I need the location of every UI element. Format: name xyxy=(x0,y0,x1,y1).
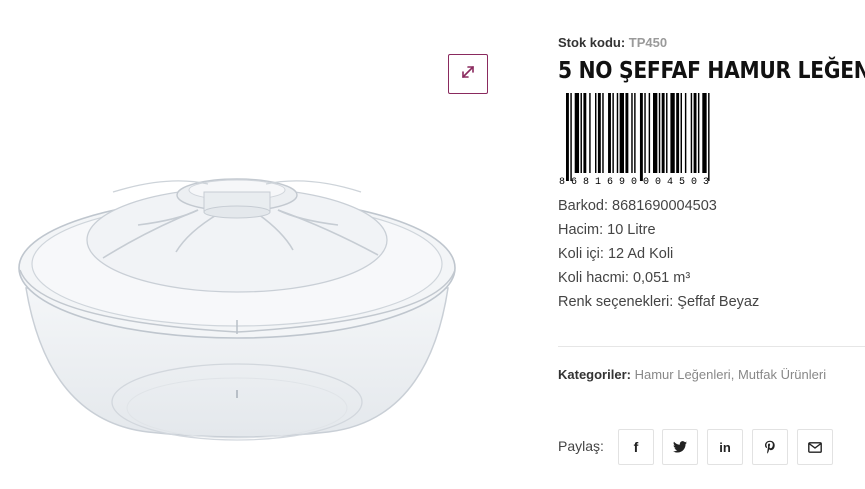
share-email-button[interactable] xyxy=(797,429,833,465)
barcode-bar xyxy=(583,93,587,173)
share-twitter-button[interactable] xyxy=(662,429,698,465)
share-bar: Paylaş: f in xyxy=(558,429,865,465)
product-title: 5 NO ŞEFFAF HAMUR LEĞENİ xyxy=(558,58,865,84)
barcode-bar xyxy=(580,93,582,173)
detail-box-content: Koli içi: 12 Ad Koli xyxy=(558,246,674,262)
detail-volume: Hacim: 10 Litre xyxy=(558,222,656,238)
barcode-bar xyxy=(676,93,680,173)
product-image xyxy=(18,178,456,441)
barcode-bar xyxy=(612,93,614,173)
barcode-bar xyxy=(639,93,643,181)
stock-code-value: TP450 xyxy=(628,35,668,50)
categories-label: Kategoriler: xyxy=(558,367,631,382)
product-categories: Kategoriler: Hamur Leğenleri, Mutfak Ürü… xyxy=(558,367,826,382)
envelope-icon xyxy=(808,441,822,453)
share-linkedin-button[interactable]: in xyxy=(707,429,743,465)
expand-arrows-icon xyxy=(459,63,477,86)
detail-colors: Renk seçenekleri: Şeffaf Beyaz xyxy=(558,294,760,310)
stock-label: Stok kodu: xyxy=(558,35,626,50)
barcode-bar xyxy=(684,93,687,173)
barcode-bar xyxy=(708,93,710,181)
barcode-bar xyxy=(574,93,580,173)
detail-box-volume: Koli hacmi: 0,051 m³ xyxy=(558,270,691,286)
barcode-bar xyxy=(702,93,707,173)
facebook-icon: f xyxy=(633,439,639,455)
barcode-bar xyxy=(644,93,646,173)
barcode-bar xyxy=(595,93,597,173)
category-separator: , xyxy=(730,367,735,382)
divider xyxy=(558,346,865,347)
barcode-bar xyxy=(666,93,668,173)
barcode-bar xyxy=(693,93,697,173)
barcode-image: 8 6 8 1 6 9 0 0 0 4 5 0 3 xyxy=(559,93,710,186)
product-gallery xyxy=(0,0,520,489)
barcode-bar xyxy=(570,93,572,181)
barcode-bar xyxy=(631,93,633,173)
barcode-bar xyxy=(608,93,611,173)
share-facebook-button[interactable]: f xyxy=(618,429,654,465)
pinterest-icon xyxy=(764,440,776,454)
product-details: Barkod: 8681690004503 Hacim: 10 Litre Ko… xyxy=(558,198,858,318)
twitter-icon xyxy=(673,441,687,453)
product-summary: Stok kodu: TP450 5 NO ŞEFFAF HAMUR LEĞEN… xyxy=(558,0,865,489)
barcode-digits: 8 6 8 1 6 9 0 0 0 4 5 0 3 xyxy=(559,177,709,186)
barcode-bar xyxy=(597,93,601,173)
linkedin-icon: in xyxy=(719,439,731,455)
barcode-bar xyxy=(690,93,693,173)
barcode-bar xyxy=(680,93,682,173)
barcode-bar xyxy=(589,93,591,173)
barcode-bar xyxy=(670,93,675,173)
barcode-bar xyxy=(602,93,604,173)
share-label: Paylaş: xyxy=(558,438,604,454)
barcode-bar xyxy=(697,93,700,173)
zoom-button[interactable] xyxy=(448,54,488,94)
stock-code: Stok kodu: TP450 xyxy=(558,35,667,50)
barcode-bar xyxy=(658,93,661,173)
category-link-hamur-legenleri[interactable]: Hamur Leğenleri xyxy=(635,367,731,382)
barcode-bar xyxy=(648,93,651,173)
share-pinterest-button[interactable] xyxy=(752,429,788,465)
category-link-mutfak-urunleri[interactable]: Mutfak Ürünleri xyxy=(738,367,826,382)
barcode-bar xyxy=(625,93,629,173)
detail-barcode: Barkod: 8681690004503 xyxy=(558,198,717,214)
barcode-bar xyxy=(661,93,665,173)
barcode-bar xyxy=(619,93,624,173)
barcode-bar xyxy=(566,93,569,181)
barcode-bar xyxy=(653,93,658,173)
barcode-bar xyxy=(616,93,619,173)
barcode-bar xyxy=(634,93,636,173)
